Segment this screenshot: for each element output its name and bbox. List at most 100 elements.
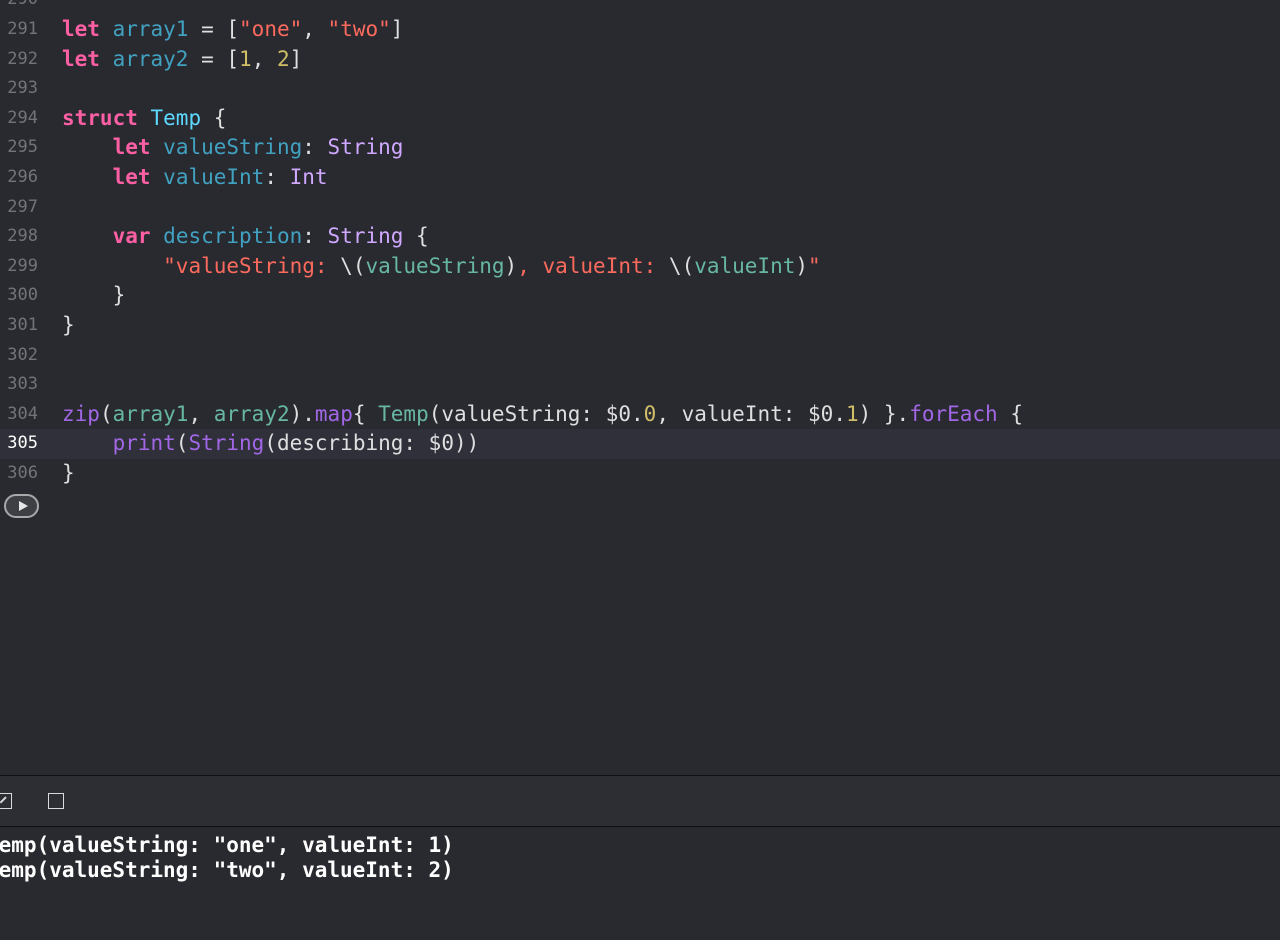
code-token: valueString [365, 253, 505, 278]
console-output[interactable]: Temp(valueString: "one", valueInt: 1) Te… [0, 827, 1280, 940]
code-token: description [163, 224, 303, 249]
play-icon [19, 501, 28, 511]
code-token: ( [175, 431, 189, 456]
line-number: 300 [7, 285, 38, 306]
code-token: ) }. [858, 401, 910, 426]
code-token: ] [390, 17, 404, 41]
code-token: valueString [163, 135, 303, 160]
line-number: 305 [7, 433, 38, 454]
code-token: Int [289, 165, 328, 189]
line-number: 293 [7, 78, 38, 99]
code-token: array2 [112, 46, 189, 71]
code-token: zip [62, 401, 100, 426]
code-token: { [352, 401, 379, 426]
line-number: 299 [7, 255, 38, 276]
code-token: : [302, 224, 328, 249]
code-token: forEach [909, 401, 998, 426]
show-console-icon[interactable] [48, 793, 64, 809]
code-token: { [201, 105, 227, 130]
code-token: array1 [112, 401, 189, 426]
code-line[interactable]: 303 [0, 370, 1280, 400]
code-token: : [264, 165, 290, 189]
code-line[interactable]: 292 let array2 = [1, 2] [0, 45, 1280, 75]
line-number: 296 [7, 167, 38, 187]
code-token: ( [99, 401, 113, 426]
code-line[interactable]: 294 struct Temp { [0, 104, 1280, 134]
code-text: print(String(describing: $0)) [62, 429, 480, 459]
code-token: : [302, 135, 328, 160]
line-number: 291 [7, 19, 38, 39]
code-line[interactable]: 296 let valueInt: Int [0, 163, 1280, 193]
code-token: String [327, 224, 404, 249]
code-token: "valueString: [163, 253, 341, 278]
code-line-partial: 290 [0, 0, 1280, 15]
line-number: 290 [0, 0, 38, 15]
code-token: "two" [327, 17, 391, 41]
code-token: } [62, 313, 75, 337]
code-token: "one" [239, 17, 303, 41]
code-token: let [112, 165, 151, 189]
code-editor[interactable]: 290 291let array1 = ["one", "two"]292let… [0, 0, 1280, 775]
code-token: ) [795, 253, 809, 278]
code-token: var [112, 224, 151, 249]
code-line[interactable]: 295 let valueString: String [0, 133, 1280, 163]
code-line[interactable]: 300 } [0, 281, 1280, 311]
code-token: let [112, 135, 151, 160]
code-token: (valueString: $0. [428, 401, 644, 426]
code-token: 1 [845, 401, 859, 426]
code-token: 1 [239, 46, 252, 71]
code-line[interactable]: 298 var description: String { [0, 222, 1280, 252]
code-line[interactable]: 302 [0, 341, 1280, 371]
code-line[interactable]: 304 zip(array1, array2).map{ Temp(valueSt… [0, 400, 1280, 430]
code-token: ). [289, 401, 315, 426]
code-line[interactable]: 305 print(String(describing: $0)) [0, 429, 1280, 459]
code-line[interactable]: 306} [0, 459, 1280, 489]
line-number: 294 [7, 107, 38, 128]
code-token: = [ [188, 46, 240, 71]
debug-area-toolbar [0, 775, 1280, 827]
code-token: , [188, 401, 214, 426]
code-token: let [62, 46, 100, 71]
code-token: struct [62, 105, 138, 130]
code-text: let valueInt: Int [62, 163, 328, 193]
code-token: String [327, 135, 404, 160]
code-token: Temp [150, 105, 202, 130]
code-token: , [302, 17, 328, 41]
code-line[interactable]: 299 "valueString: \(valueString), valueI… [0, 252, 1280, 282]
code-token: (describing: $0)) [264, 431, 480, 456]
code-token: \( [668, 253, 695, 278]
code-text: } [62, 281, 126, 311]
code-line[interactable]: 291 let array1 = ["one", "two"] [0, 15, 1280, 45]
code-token: valueInt [694, 253, 796, 278]
code-token: ] [289, 46, 303, 71]
line-number: 298 [7, 226, 38, 247]
console-line: Temp(valueString: "two", valueInt: 2) [0, 858, 454, 882]
code-line[interactable]: 301} [0, 311, 1280, 341]
console-line: Temp(valueString: "one", valueInt: 1) [0, 833, 454, 857]
line-number: 304 [7, 403, 38, 424]
line-number: 302 [7, 344, 38, 365]
line-number: 303 [7, 374, 38, 395]
code-token: 2 [276, 46, 290, 71]
code-line[interactable]: 297 [0, 193, 1280, 223]
run-playground-button[interactable] [4, 494, 39, 518]
code-token: \( [340, 253, 366, 278]
code-token: = [ [188, 17, 240, 41]
code-token: array2 [213, 401, 290, 426]
code-text: "valueString: \(valueString), valueInt: … [62, 252, 821, 282]
code-line[interactable]: 293 [0, 74, 1280, 104]
code-token: { [403, 224, 429, 249]
show-variables-icon[interactable] [0, 793, 12, 809]
code-token: let [62, 17, 100, 41]
code-token: print [112, 431, 176, 456]
code-token: , valueInt: $0. [656, 401, 846, 426]
